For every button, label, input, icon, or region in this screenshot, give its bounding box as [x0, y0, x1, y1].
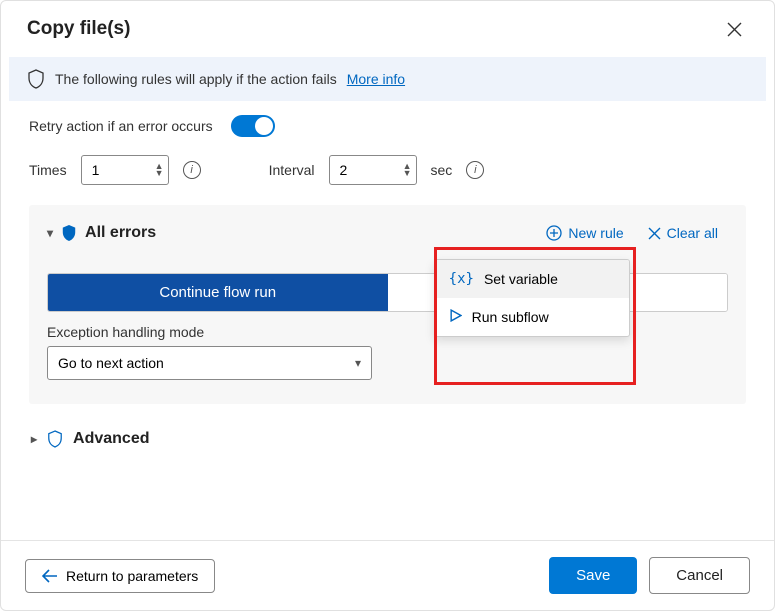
retry-row: Retry action if an error occurs: [29, 115, 746, 137]
toggle-knob: [255, 117, 273, 135]
dialog-title: Copy file(s): [27, 18, 130, 40]
return-label: Return to parameters: [66, 568, 198, 584]
chevron-down-icon: ▼: [403, 170, 412, 177]
shield-icon: [47, 430, 63, 448]
interval-input[interactable]: 2 ▲ ▼: [329, 155, 417, 185]
clear-all-button[interactable]: Clear all: [638, 219, 728, 247]
info-text: The following rules will apply if the ac…: [55, 71, 337, 87]
errors-header: ▾ All errors New rule: [47, 219, 728, 247]
mode-value: Go to next action: [58, 355, 164, 371]
all-errors-toggle[interactable]: ▾ All errors: [47, 224, 156, 242]
all-errors-label: All errors: [85, 224, 156, 242]
menu-item-set-variable[interactable]: {x} Set variable: [435, 260, 629, 298]
close-icon: [648, 227, 661, 240]
info-bar: The following rules will apply if the ac…: [9, 57, 766, 101]
more-info-link[interactable]: More info: [347, 71, 405, 87]
chevron-right-icon: ▸: [31, 432, 37, 446]
chevron-down-icon: ▼: [155, 170, 164, 177]
shield-icon: [61, 224, 77, 242]
return-button[interactable]: Return to parameters: [25, 559, 215, 593]
menu-item-run-subflow[interactable]: Run subflow: [435, 298, 629, 336]
advanced-toggle[interactable]: ▸ Advanced: [31, 430, 744, 448]
content-area: Retry action if an error occurs Times 1 …: [1, 101, 774, 540]
plus-circle-icon: [546, 225, 562, 241]
clear-all-label: Clear all: [667, 225, 718, 241]
new-rule-button[interactable]: New rule: [536, 219, 633, 247]
new-rule-label: New rule: [568, 225, 623, 241]
close-icon: [727, 22, 742, 37]
info-icon[interactable]: i: [183, 161, 201, 179]
close-button[interactable]: [720, 15, 748, 43]
times-label: Times: [29, 162, 67, 178]
interval-value: 2: [340, 162, 348, 178]
times-input[interactable]: 1 ▲ ▼: [81, 155, 169, 185]
errors-section: ▾ All errors New rule: [29, 205, 746, 404]
dialog: Copy file(s) The following rules will ap…: [0, 0, 775, 611]
error-actions: New rule {x} Set variable: [536, 219, 728, 247]
footer-actions: Save Cancel: [549, 557, 750, 594]
segment-continue[interactable]: Continue flow run: [48, 274, 388, 311]
interval-label: Interval: [269, 162, 315, 178]
retry-fields: Times 1 ▲ ▼ i Interval 2 ▲ ▼ sec i: [29, 155, 746, 185]
save-button[interactable]: Save: [549, 557, 637, 594]
footer: Return to parameters Save Cancel: [1, 540, 774, 610]
shield-icon: [27, 69, 45, 89]
times-value: 1: [92, 162, 100, 178]
menu-label: Run subflow: [472, 309, 549, 325]
interval-unit: sec: [431, 162, 453, 178]
mode-select[interactable]: Go to next action ▾: [47, 346, 372, 380]
play-icon: [449, 309, 462, 325]
dialog-header: Copy file(s): [1, 1, 774, 53]
times-stepper[interactable]: ▲ ▼: [155, 163, 164, 177]
info-icon[interactable]: i: [466, 161, 484, 179]
advanced-label: Advanced: [73, 430, 149, 448]
chevron-down-icon: ▾: [355, 356, 361, 370]
new-rule-wrap: New rule {x} Set variable: [536, 219, 633, 247]
retry-toggle[interactable]: [231, 115, 275, 137]
interval-stepper[interactable]: ▲ ▼: [403, 163, 412, 177]
variable-icon: {x}: [449, 271, 474, 287]
menu-anchor: {x} Set variable Run subflow: [434, 259, 630, 337]
cancel-button[interactable]: Cancel: [649, 557, 750, 594]
arrow-left-icon: [42, 569, 58, 583]
menu-label: Set variable: [484, 271, 558, 287]
retry-label: Retry action if an error occurs: [29, 118, 213, 134]
chevron-down-icon: ▾: [47, 226, 53, 240]
new-rule-menu: {x} Set variable Run subflow: [434, 259, 630, 337]
